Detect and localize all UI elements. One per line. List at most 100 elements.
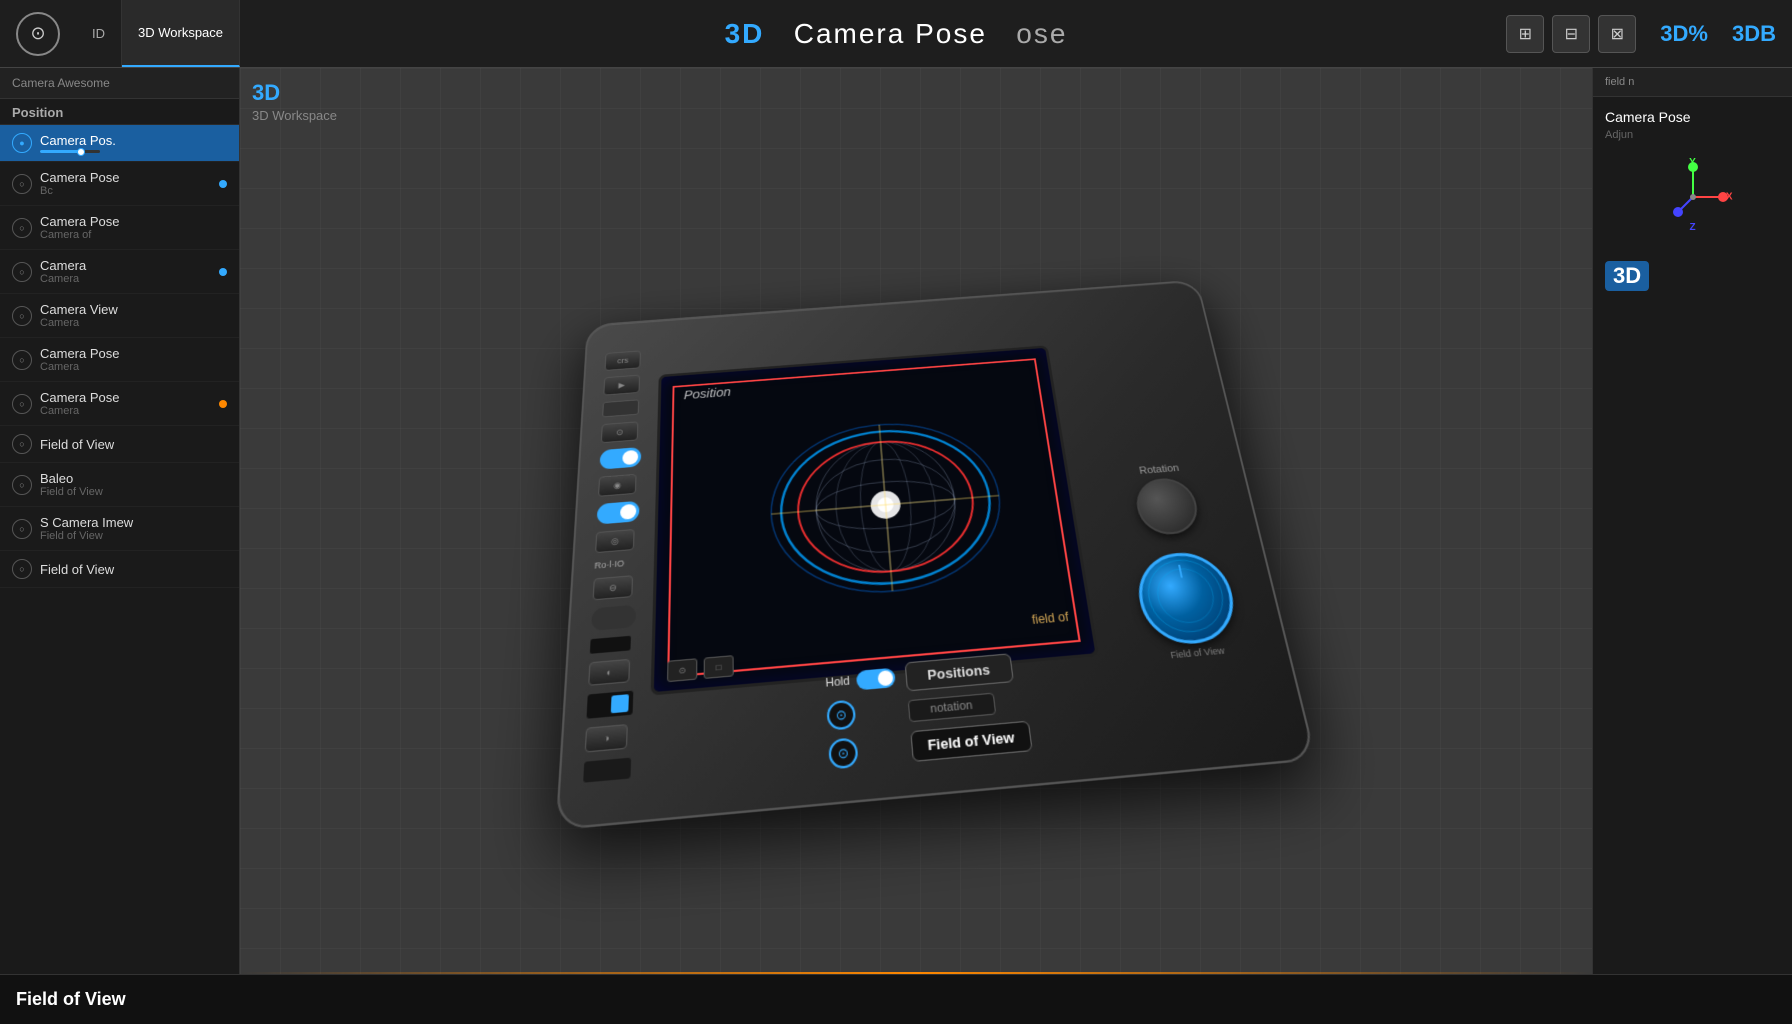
sidebar-content-8: Baleo Field of View <box>40 471 227 498</box>
sidebar-label-7: Field of View <box>40 437 227 452</box>
sidebar-icon-3: ○ <box>12 262 32 282</box>
main-layout: Camera Awesome Position ● Camera Pos. ○ … <box>0 68 1792 974</box>
sidebar-content-0: Camera Pos. <box>40 133 227 153</box>
fov-knob-area: Field of View <box>1132 549 1246 662</box>
sidebar-content-3: Camera Camera <box>40 258 215 285</box>
side-btn-7[interactable]: ◐ <box>588 659 630 686</box>
globe-svg <box>764 407 1017 611</box>
sidebar-label-4: Camera View <box>40 302 227 317</box>
screen-btn-1[interactable]: ⊙ <box>667 658 697 682</box>
gizmo-z-label: Z <box>1689 222 1695 233</box>
sidebar-content-4: Camera View Camera <box>40 302 227 329</box>
sidebar-item-4[interactable]: ○ Camera View Camera <box>0 294 239 338</box>
sidebar-item-5[interactable]: ○ Camera Pose Camera <box>0 338 239 382</box>
rotation-row: notation <box>907 690 1027 723</box>
sidebar-slider-0[interactable] <box>40 150 227 153</box>
hold-toggle[interactable] <box>856 668 896 691</box>
sidebar-item-9[interactable]: ○ S Camera Imew Field of View <box>0 507 239 551</box>
side-bar <box>583 758 631 783</box>
bottom-controls: Hold ⊙ ⊙ <box>825 652 1033 769</box>
sidebar-icon-9: ○ <box>12 519 32 539</box>
hold-toggle-thumb <box>877 670 893 686</box>
sidebar-content-2: Camera Pose Camera of <box>40 214 227 241</box>
rotation-dial[interactable]: ⊙ <box>826 699 856 730</box>
sidebar-item-1[interactable]: ○ Camera Pose Bc <box>0 162 239 206</box>
gizmo-x-label: X <box>1726 192 1733 203</box>
sidebar-label-10: Field of View <box>40 562 227 577</box>
rotation-toggle-row: ⊙ <box>826 696 898 731</box>
hold-toggle-row: Hold <box>825 668 895 693</box>
toggle-1[interactable] <box>599 447 641 470</box>
status-field-of-view: Field of View <box>16 989 126 1010</box>
sidebar-item-7[interactable]: ○ Field of View <box>0 426 239 463</box>
side-btn-4[interactable]: ◉ <box>598 474 637 497</box>
side-btn-5[interactable]: ◎ <box>595 529 635 553</box>
mini-slider-0[interactable] <box>40 150 100 153</box>
sidebar-label-0: Camera Pos. <box>40 133 227 148</box>
tab-id[interactable]: ID <box>76 0 122 67</box>
rotation-knob[interactable] <box>1132 476 1202 536</box>
icon-btn-3[interactable]: ⊠ <box>1598 15 1636 53</box>
toggle-3[interactable] <box>591 605 636 631</box>
gizmo-y-label: Y <box>1689 157 1696 168</box>
sidebar-item-6[interactable]: ○ Camera Pose Camera <box>0 382 239 426</box>
title-main: Camera Pose <box>794 18 987 49</box>
gizmo-widget: X Y Z <box>1653 157 1733 237</box>
slider-thumb-0[interactable] <box>77 148 85 156</box>
sidebar-item-2[interactable]: ○ Camera Pose Camera of <box>0 206 239 250</box>
side-row: Ro·l·IO <box>594 557 638 570</box>
sidebar-icon-1: ○ <box>12 174 32 194</box>
sidebar-item-3[interactable]: ○ Camera Camera <box>0 250 239 294</box>
sidebar-label-2: Camera Pose <box>40 214 227 229</box>
logo-icon: ⊙ <box>16 12 60 56</box>
toggle-indicator <box>611 694 629 713</box>
screen-bottom-buttons: ⊙ □ <box>667 655 734 682</box>
toggle-2[interactable] <box>597 501 640 525</box>
title-prefix: 3D <box>725 18 765 49</box>
toggle-thumb-1 <box>622 450 638 465</box>
rotation-knob-area: Rotation <box>1129 462 1202 537</box>
right-panel-name: Camera Pose <box>1605 109 1780 125</box>
sidebar-label-9: S Camera Imew <box>40 515 227 530</box>
side-btn-6[interactable]: ⊖ <box>593 575 633 600</box>
fov-toggle-row: ⊙ <box>828 733 901 769</box>
side-btn-3[interactable]: ⊙ <box>601 421 639 443</box>
labeled-buttons: Positions notation Field of View <box>904 652 1032 762</box>
side-btn-8[interactable]: ◑ <box>585 724 628 753</box>
fov-row: Field of View <box>910 721 1033 762</box>
fov-dial[interactable]: ⊙ <box>828 737 858 769</box>
title-suffix: ose <box>1016 18 1067 49</box>
device-knobs: Rotation Field of View <box>1115 461 1246 662</box>
side-text: Ro·l·IO <box>594 558 624 570</box>
left-toggles: Hold ⊙ ⊙ <box>825 668 901 770</box>
fov-knob[interactable] <box>1132 549 1243 647</box>
app-logo[interactable]: ⊙ <box>8 4 68 64</box>
screen-btn-2[interactable]: □ <box>704 655 734 679</box>
sidebar-item-0[interactable]: ● Camera Pos. <box>0 125 239 162</box>
sidebar-sub-9: Field of View <box>40 530 227 542</box>
toggle-4[interactable] <box>586 691 633 719</box>
sidebar-label-3: Camera <box>40 258 215 273</box>
right-panel-header-label: field n <box>1605 76 1780 88</box>
device-screen: Position field of ⊙ □ <box>651 345 1100 695</box>
field-of-view-btn[interactable]: Field of View <box>910 721 1033 762</box>
viewport[interactable]: crs ▶ ⊙ ◉ ◎ Ro·l·IO ⊖ <box>240 68 1592 974</box>
sidebar-dot-3 <box>219 268 227 276</box>
right-panel-content: Camera Pose Adjun X Y Z 3D <box>1593 97 1792 303</box>
sidebar-icon-7: ○ <box>12 434 32 454</box>
view-3d-badge: 3D <box>1605 261 1649 291</box>
view-label: 3D% <box>1660 21 1708 47</box>
sidebar-label-6: Camera Pose <box>40 390 215 405</box>
tab-3d-workspace[interactable]: 3D Workspace <box>122 0 240 67</box>
side-btn-1[interactable]: crs <box>605 350 641 370</box>
rotation-knob-label: Rotation <box>1129 462 1189 477</box>
sidebar-icon-5: ○ <box>12 350 32 370</box>
screen-fov-label: field of <box>1031 610 1070 627</box>
sidebar-item-8[interactable]: ○ Baleo Field of View <box>0 463 239 507</box>
icon-btn-2[interactable]: ⊟ <box>1552 15 1590 53</box>
sidebar-icon-4: ○ <box>12 306 32 326</box>
sidebar-item-10[interactable]: ○ Field of View <box>0 551 239 588</box>
icon-btn-1[interactable]: ⊞ <box>1506 15 1544 53</box>
side-btn-2[interactable]: ▶ <box>603 375 640 396</box>
sidebar-sub-3: Camera <box>40 273 215 285</box>
